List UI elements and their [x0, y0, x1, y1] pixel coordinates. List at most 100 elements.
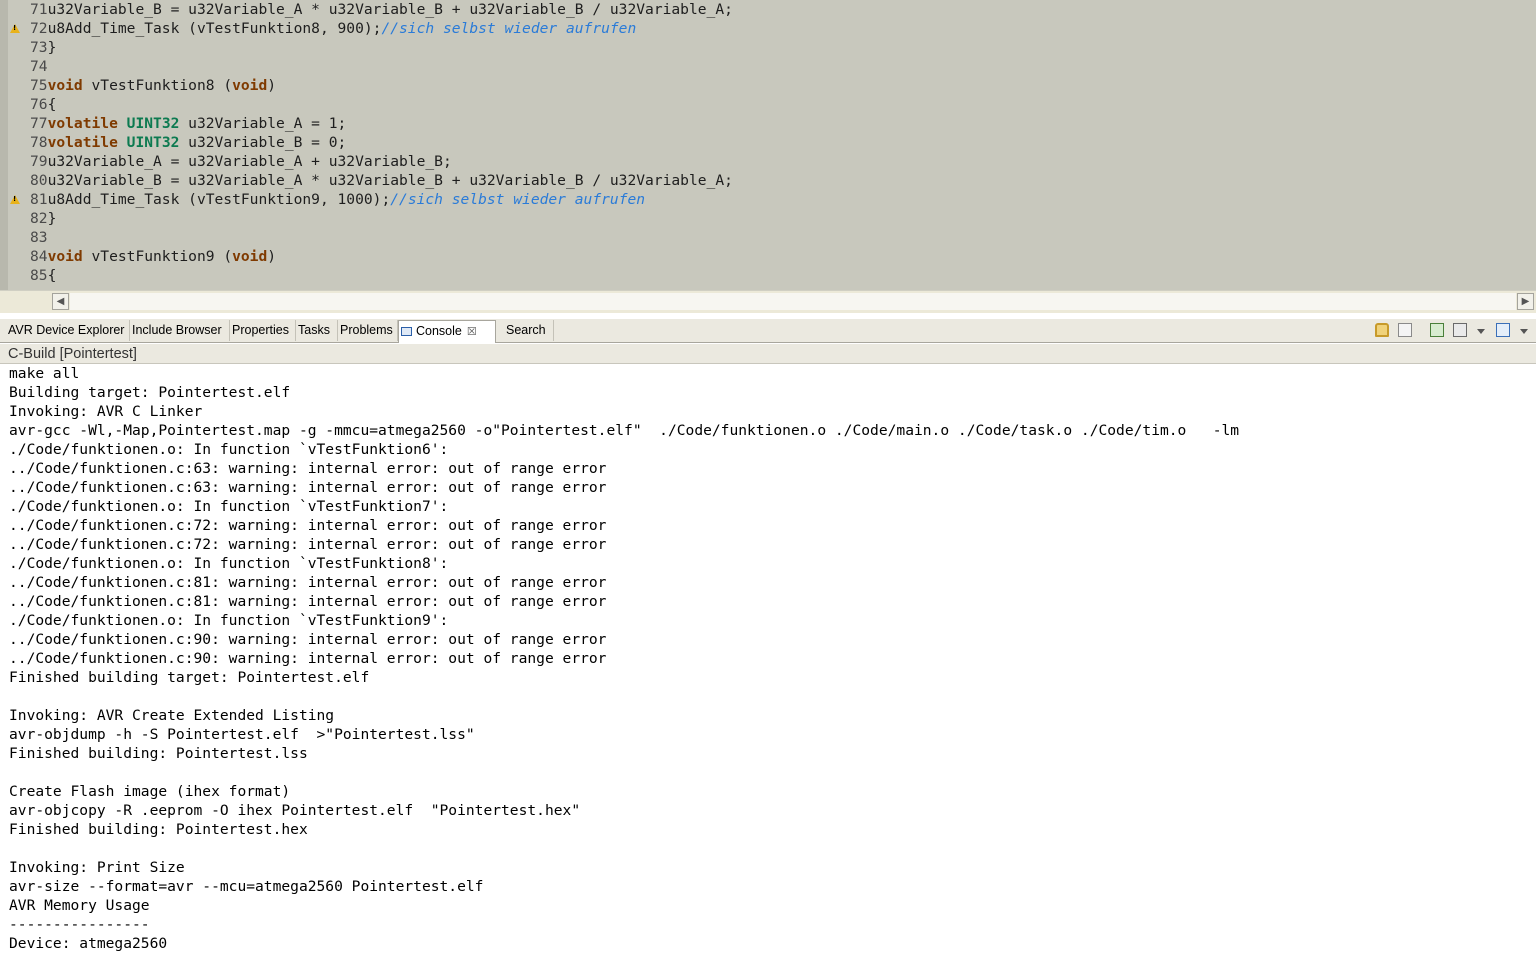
code-token: UINT32: [126, 115, 180, 132]
code-token: u32Variable_B = 0;: [179, 134, 347, 151]
editor-horizontal-scrollbar[interactable]: ◀ ▶: [0, 290, 1536, 313]
console-line: Create Flash image (ihex format): [9, 783, 291, 800]
tab-label: Include Browser: [132, 323, 222, 337]
tab-search[interactable]: Search: [504, 320, 554, 341]
code-line: 78volatile UINT32 u32Variable_B = 0;: [30, 133, 346, 152]
line-number: 80: [30, 172, 48, 189]
display-console-icon[interactable]: [1453, 323, 1467, 337]
line-number: 78: [30, 134, 48, 151]
code-token: void: [232, 77, 268, 94]
line-number: 84: [30, 248, 48, 265]
console-line: ../Code/funktionen.c:63: warning: intern…: [9, 479, 607, 496]
tab-tasks[interactable]: Tasks: [296, 320, 338, 341]
warning-icon[interactable]: [10, 24, 20, 33]
scroll-right-icon[interactable]: ▶: [1517, 293, 1534, 310]
console-line: Invoking: Print Size: [9, 859, 185, 876]
code-line: 80u32Variable_B = u32Variable_A * u32Var…: [30, 171, 733, 190]
editor-line-ruler: [8, 0, 24, 290]
close-icon[interactable]: ☒: [467, 322, 477, 343]
code-line: 76{: [30, 95, 56, 114]
chevron-down-icon[interactable]: [1477, 329, 1485, 334]
tab-label: Properties: [232, 323, 289, 337]
line-number: 83: [30, 229, 48, 246]
code-token: ): [267, 77, 277, 94]
code-line: 83: [30, 228, 48, 247]
scrollbar-track[interactable]: [70, 293, 1516, 310]
code-token: u8Add_Time_Task (vTestFunktion8, 900);: [47, 20, 382, 37]
code-token: void: [47, 248, 83, 265]
lock-icon[interactable]: [1375, 323, 1389, 337]
line-number: 85: [30, 267, 48, 284]
console-line: AVR Memory Usage: [9, 897, 150, 914]
code-token: {: [47, 267, 57, 284]
console-line: Device: atmega2560: [9, 935, 168, 952]
code-line: 75void vTestFunktion8 (void): [30, 76, 276, 95]
code-line: 77volatile UINT32 u32Variable_A = 1;: [30, 114, 346, 133]
code-token: ): [267, 248, 277, 265]
code-line: 71u32Variable_B = u32Variable_A * u32Var…: [30, 0, 733, 19]
console-line: ./Code/funktionen.o: In function `vTestF…: [9, 612, 449, 629]
console-title: C-Build [Pointertest]: [0, 344, 1536, 364]
console-output[interactable]: make all Building target: Pointertest.elf…: [0, 364, 1536, 953]
code-token: u8Add_Time_Task (vTestFunktion9, 1000);: [47, 191, 391, 208]
console-line: ./Code/funktionen.o: In function `vTestF…: [9, 555, 449, 572]
code-token: //sich selbst wieder aufrufen: [381, 20, 637, 37]
code-line: 73}: [30, 38, 56, 57]
code-token: //sich selbst wieder aufrufen: [390, 191, 646, 208]
view-tab-bar: AVR Device Explorer Include Browser Prop…: [0, 319, 1536, 343]
console-line: Finished building: Pointertest.hex: [9, 821, 308, 838]
open-console-icon[interactable]: [1496, 323, 1510, 337]
line-number: 77: [30, 115, 48, 132]
code-token: u32Variable_A = u32Variable_A + u32Varia…: [47, 153, 452, 170]
console-line: ../Code/funktionen.c:72: warning: intern…: [9, 517, 607, 534]
line-number: 75: [30, 77, 48, 94]
console-line: avr-objdump -h -S Pointertest.elf >"Poin…: [9, 726, 475, 743]
tab-problems[interactable]: Problems: [338, 320, 398, 341]
code-token: void: [47, 77, 83, 94]
pin-console-icon[interactable]: [1430, 323, 1444, 337]
line-number: 71: [30, 1, 48, 18]
warning-icon[interactable]: [10, 195, 20, 204]
code-token: u32Variable_B = u32Variable_A * u32Varia…: [47, 172, 733, 189]
console-line: avr-objcopy -R .eeprom -O ihex Pointerte…: [9, 802, 581, 819]
clear-console-icon[interactable]: [1398, 323, 1412, 337]
tab-label: Console: [416, 324, 462, 338]
code-token: volatile: [47, 115, 118, 132]
code-token: u32Variable_A = 1;: [179, 115, 347, 132]
code-line: 74: [30, 57, 48, 76]
console-line: ../Code/funktionen.c:90: warning: intern…: [9, 650, 607, 667]
code-token: vTestFunktion9 (: [82, 248, 233, 265]
console-line: Invoking: AVR C Linker: [9, 403, 203, 420]
tab-avr-device-explorer[interactable]: AVR Device Explorer: [6, 320, 130, 341]
console-line: Building target: Pointertest.elf: [9, 384, 291, 401]
console-line: ./Code/funktionen.o: In function `vTestF…: [9, 441, 449, 458]
code-token: }: [47, 210, 57, 227]
code-token: }: [47, 39, 57, 56]
code-token: UINT32: [126, 134, 180, 151]
line-number: 81: [30, 191, 48, 208]
code-line: 81u8Add_Time_Task (vTestFunktion9, 1000)…: [30, 190, 645, 209]
code-editor[interactable]: 71 u32Variable_B = u32Variable_A * u32Var…: [0, 0, 1536, 290]
tab-properties[interactable]: Properties: [230, 320, 296, 341]
console-line: ../Code/funktionen.c:90: warning: intern…: [9, 631, 607, 648]
tab-console[interactable]: Console ☒: [398, 320, 496, 343]
scroll-left-icon[interactable]: ◀: [52, 293, 69, 310]
console-line: avr-gcc -Wl,-Map,Pointertest.map -g -mmc…: [9, 422, 1240, 439]
code-token: volatile: [47, 134, 118, 151]
line-number: 76: [30, 96, 48, 113]
line-number: 74: [30, 58, 48, 75]
tab-label: Problems: [340, 323, 393, 337]
tab-label: Search: [506, 323, 546, 337]
chevron-down-icon[interactable]: [1520, 329, 1528, 334]
console-icon: [401, 327, 412, 336]
code-line: 82}: [30, 209, 56, 228]
line-number: 82: [30, 210, 48, 227]
line-number: 79: [30, 153, 48, 170]
console-line: ../Code/funktionen.c:63: warning: intern…: [9, 460, 607, 477]
line-number: 73: [30, 39, 48, 56]
console-line: ../Code/funktionen.c:72: warning: intern…: [9, 536, 607, 553]
code-line: 84void vTestFunktion9 (void): [30, 247, 276, 266]
tab-include-browser[interactable]: Include Browser: [130, 320, 230, 341]
